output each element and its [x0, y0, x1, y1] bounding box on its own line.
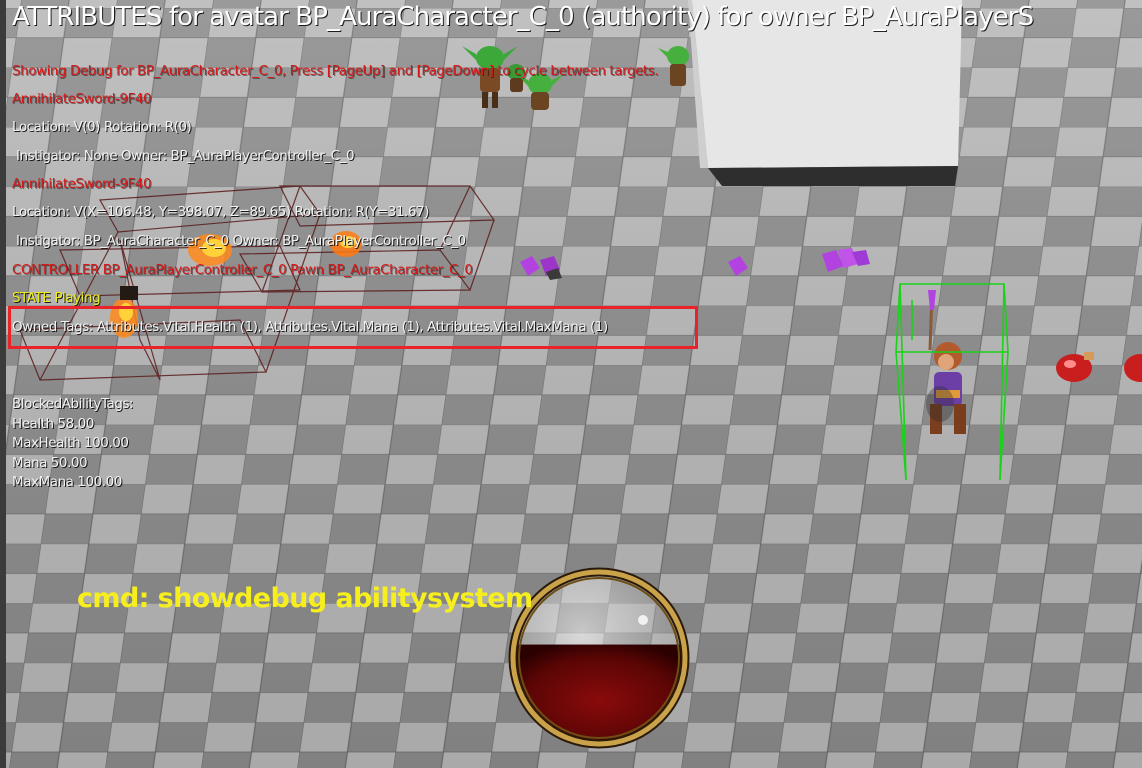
command-caption: cmd: showdebug abilitysystem	[77, 583, 533, 614]
health-orb-fill	[515, 644, 683, 742]
game-viewport[interactable]: ATTRIBUTES for avatar BP_AuraCharacter_C…	[0, 0, 1142, 768]
health-orb	[508, 567, 690, 749]
